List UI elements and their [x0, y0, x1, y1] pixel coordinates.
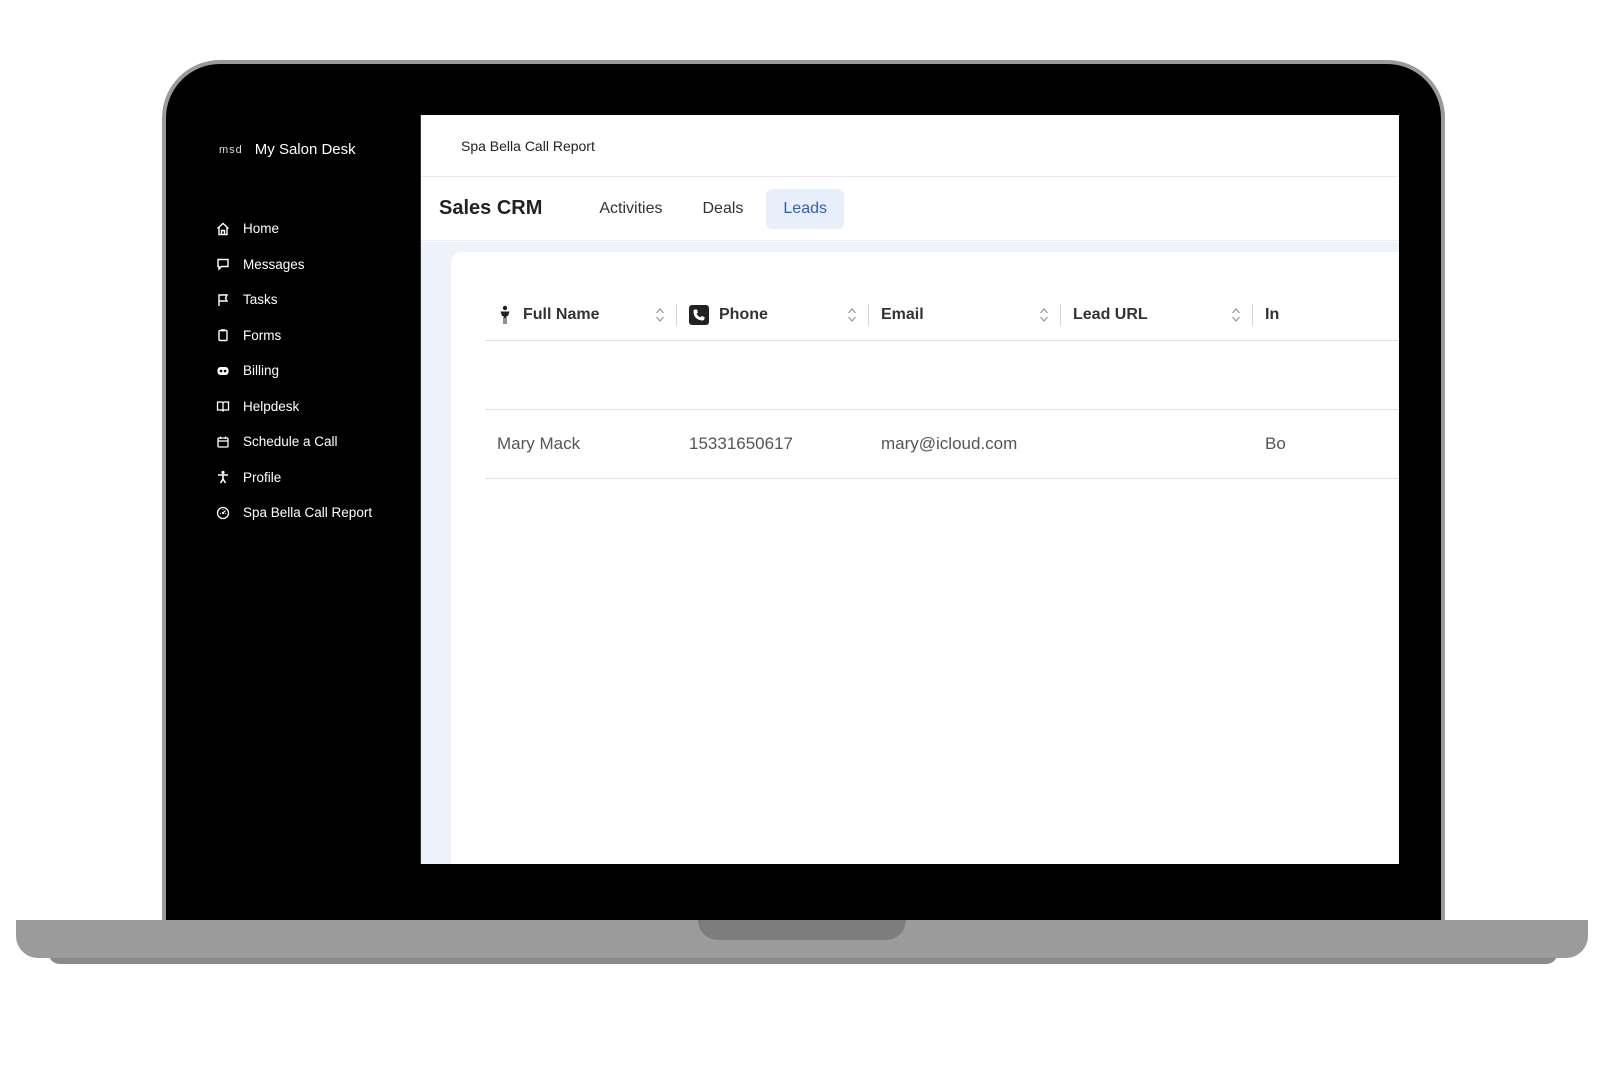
sidebar-item-helpdesk[interactable]: Helpdesk [215, 389, 372, 425]
sidebar-item-schedule-a-call[interactable]: Schedule a Call [215, 424, 372, 460]
sort-icon[interactable] [655, 307, 665, 323]
sidebar-item-label: Messages [243, 256, 305, 272]
topbar: Spa Bella Call Report [421, 115, 1399, 177]
sidebar-item-profile[interactable]: Profile [215, 460, 372, 496]
message-icon [215, 256, 231, 272]
table-row[interactable]: Mary Mack 15331650617 mary@icloud.com Bo [485, 410, 1399, 479]
sidebar-item-label: Helpdesk [243, 398, 300, 414]
gauge-icon [215, 505, 231, 521]
leads-table: Full Name Phone Email Lead URL In Mary M… [485, 290, 1399, 479]
sidebar-item-forms[interactable]: Forms [215, 318, 372, 354]
brand-logo: msd [219, 143, 243, 156]
brand[interactable]: msd My Salon Desk [219, 141, 356, 158]
laptop-notch [698, 920, 906, 940]
column-label: Phone [719, 306, 768, 323]
column-label: Email [881, 306, 924, 323]
sidebar-item-label: Home [243, 221, 280, 237]
flag-icon [215, 292, 231, 308]
person-icon [215, 469, 231, 485]
cell-email: mary@icloud.com [881, 434, 1018, 453]
sort-icon[interactable] [1231, 307, 1241, 323]
content-area: Full Name Phone Email Lead URL In Mary M… [421, 242, 1399, 864]
sort-icon[interactable] [847, 307, 857, 323]
sidebar-item-label: Profile [243, 469, 282, 485]
column-label: Full Name [523, 306, 600, 323]
sort-icon[interactable] [1039, 307, 1049, 323]
cell-full-name: Mary Mack [497, 434, 581, 453]
sidebar-item-billing[interactable]: Billing [215, 353, 372, 389]
column-header-phone[interactable]: Phone [677, 290, 869, 340]
table-header: Full Name Phone Email Lead URL In [485, 290, 1399, 341]
screen: msd My Salon Desk Home Messages Tasks Fo… [205, 115, 1399, 864]
brand-name: My Salon Desk [254, 141, 356, 158]
sidebar-item-messages[interactable]: Messages [215, 247, 372, 283]
home-icon [215, 221, 231, 237]
cell-truncated: Bo [1265, 434, 1286, 453]
sidebar-item-label: Billing [243, 363, 280, 379]
calendar-icon [215, 434, 231, 450]
tab-leads[interactable]: Leads [766, 188, 844, 229]
table-filter-row [485, 341, 1399, 410]
cell-phone: 15331650617 [689, 434, 794, 453]
column-label: In [1265, 306, 1280, 323]
crm-tab-bar: Sales CRM Activities Deals Leads [421, 177, 1399, 241]
column-header-email[interactable]: Email [869, 290, 1061, 340]
tab-deals[interactable]: Deals [686, 189, 761, 229]
person-icon [497, 305, 513, 325]
sidebar-item-tasks[interactable]: Tasks [215, 282, 372, 318]
clipboard-icon [215, 327, 231, 343]
book-icon [215, 398, 231, 414]
sidebar-item-label: Forms [243, 327, 282, 343]
leads-card: Full Name Phone Email Lead URL In Mary M… [451, 252, 1399, 864]
tab-activities[interactable]: Activities [582, 189, 679, 229]
sidebar-item-label: Spa Bella Call Report [243, 505, 373, 521]
phone-icon [689, 305, 709, 325]
column-header-full-name[interactable]: Full Name [485, 290, 677, 340]
main-area: Spa Bella Call Report Sales CRM Activiti… [421, 115, 1399, 864]
sidebar-item-label: Tasks [243, 292, 278, 308]
sidebar-item-home[interactable]: Home [215, 211, 372, 247]
sidebar: msd My Salon Desk Home Messages Tasks Fo… [205, 115, 421, 864]
sidebar-item-spa-bella-call-report[interactable]: Spa Bella Call Report [215, 495, 372, 531]
sidebar-item-label: Schedule a Call [243, 434, 338, 450]
page-title: Spa Bella Call Report [461, 137, 595, 154]
crm-title: Sales CRM [439, 197, 543, 219]
billing-icon [215, 363, 231, 379]
column-header-lead-url[interactable]: Lead URL [1061, 290, 1253, 340]
column-label: Lead URL [1073, 306, 1148, 323]
sidebar-nav: Home Messages Tasks Forms Billing Helpde… [215, 211, 372, 531]
column-header-truncated[interactable]: In [1253, 290, 1399, 340]
